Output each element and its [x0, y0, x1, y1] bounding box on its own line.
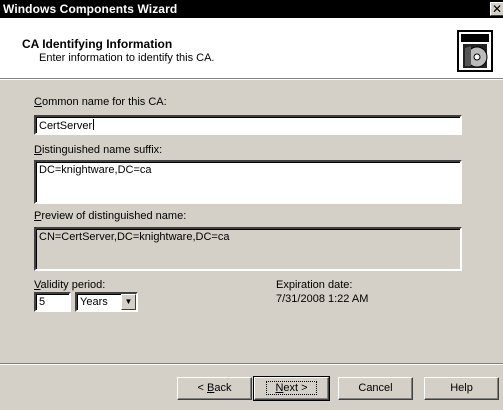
window-title: Windows Components Wizard — [3, 2, 178, 16]
expiration-date-label: Expiration date: — [276, 279, 353, 291]
page-subtitle: Enter information to identify this CA. — [39, 52, 215, 64]
page-title: CA Identifying Information — [22, 37, 173, 51]
dn-suffix-label: Distinguished name suffix: — [34, 144, 163, 156]
header-divider — [0, 79, 503, 80]
validity-unit-value: Years — [80, 296, 108, 308]
next-button[interactable]: Next > — [253, 376, 330, 401]
common-name-label: Common name for this CA: — [34, 96, 167, 108]
preview-dn-label: Preview of distinguished name: — [34, 210, 187, 222]
chevron-down-icon[interactable]: ▼ — [121, 294, 136, 310]
preview-dn-field: CN=CertServer,DC=knightware,DC=ca — [34, 227, 462, 271]
help-button[interactable]: Help — [424, 377, 499, 400]
wizard-header: CA Identifying Information Enter informa… — [0, 18, 503, 79]
validity-period-label: Validity period: — [34, 279, 106, 291]
wizard-window: Windows Components Wizard ✕ CA Identifyi… — [0, 0, 503, 410]
dn-suffix-input[interactable]: DC=knightware,DC=ca — [34, 160, 462, 204]
close-icon[interactable]: ✕ — [490, 2, 503, 16]
cancel-button[interactable]: Cancel — [338, 377, 413, 400]
footer-divider-highlight — [0, 364, 503, 365]
back-button[interactable]: < Back — [177, 377, 252, 400]
expiration-date-value: 7/31/2008 1:22 AM — [276, 293, 369, 305]
validity-period-input[interactable]: 5 — [34, 292, 71, 312]
common-name-input[interactable]: CertServer — [34, 115, 462, 135]
wizard-box-cd-icon — [457, 30, 493, 72]
title-bar: Windows Components Wizard ✕ — [0, 0, 503, 18]
